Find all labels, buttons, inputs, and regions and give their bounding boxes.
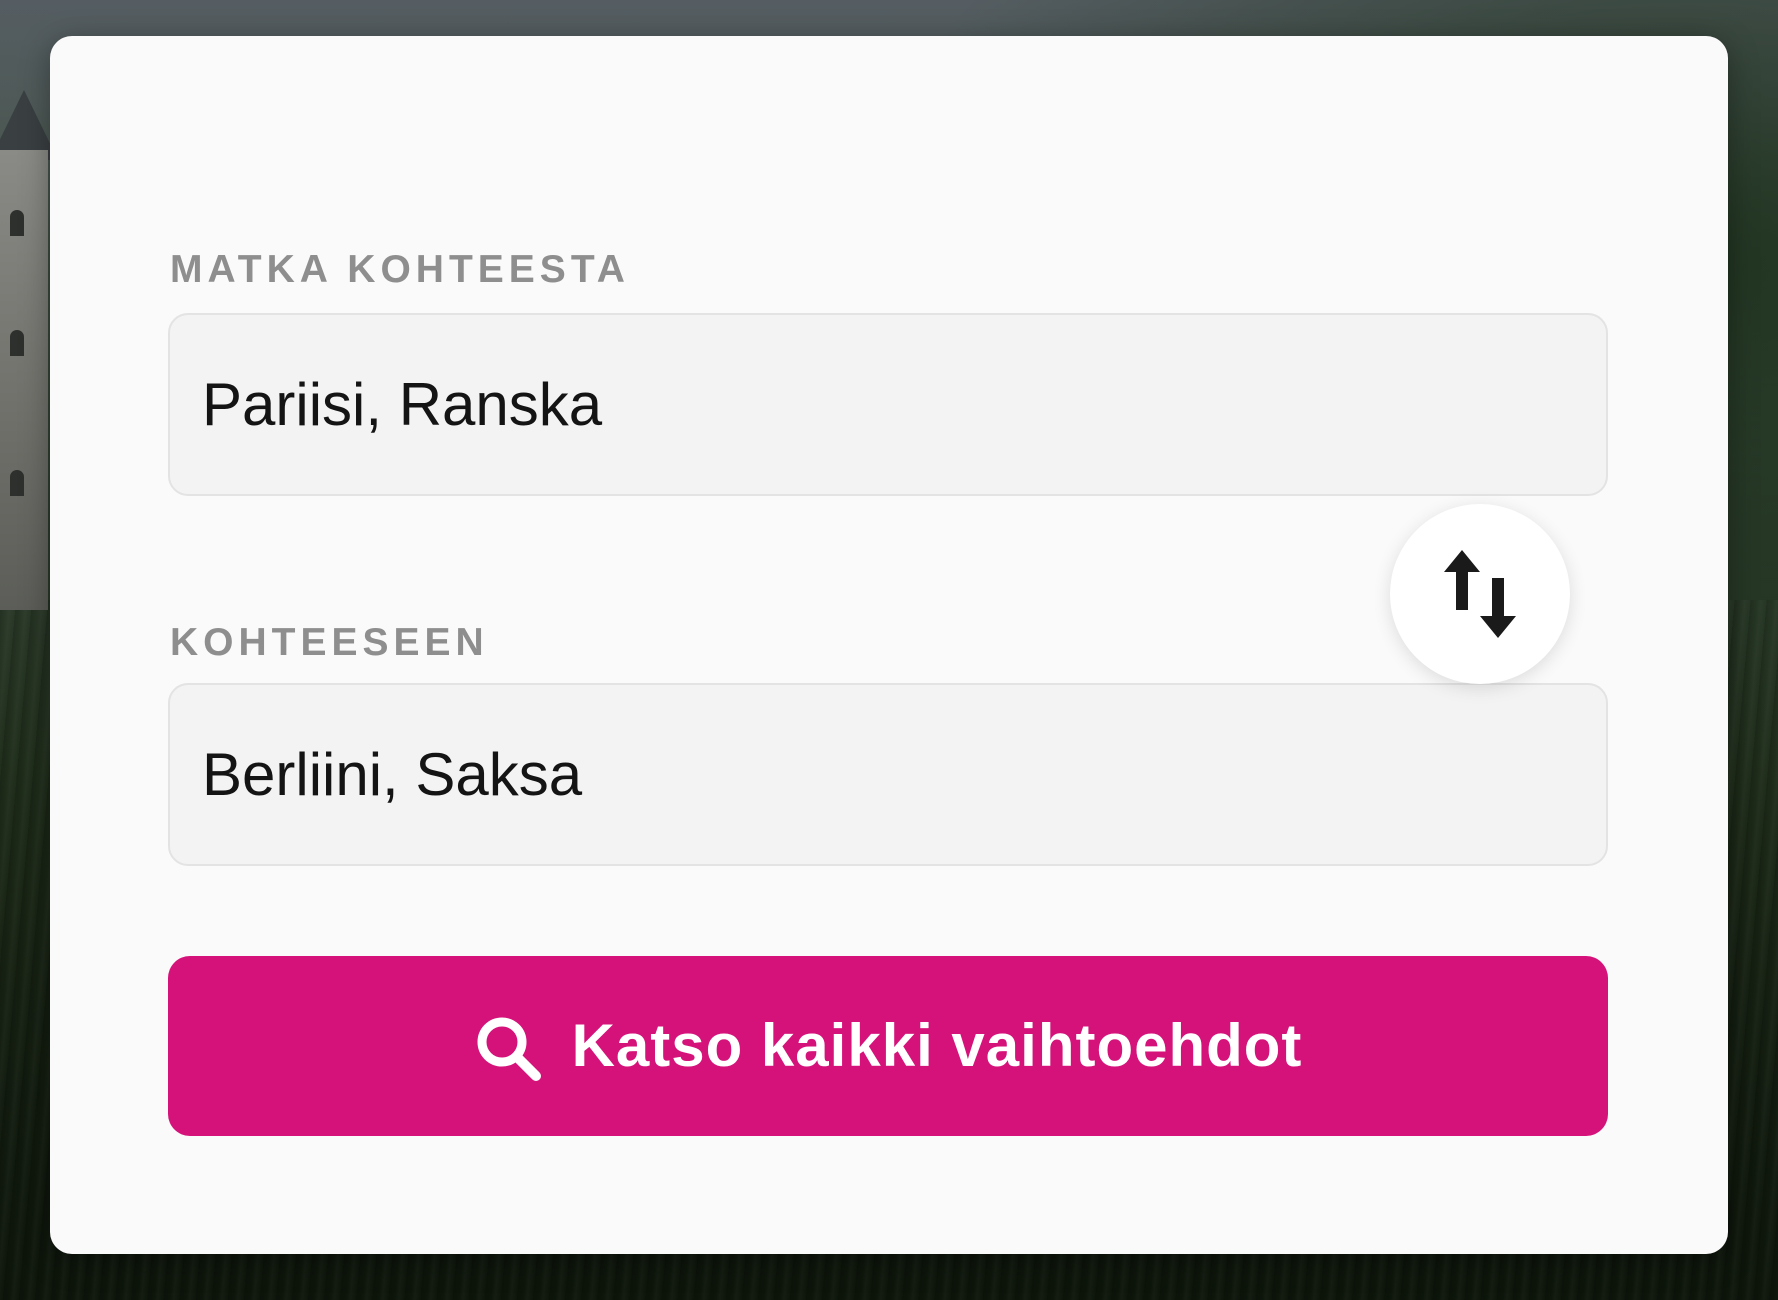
swap-vertical-arrows-icon — [1444, 550, 1516, 638]
to-input[interactable]: Berliini, Saksa — [168, 683, 1608, 866]
castle-window — [10, 330, 24, 356]
route-search-card: MATKA KOHTEESTA Pariisi, Ranska KOHTEESE… — [50, 36, 1728, 1254]
castle-tower — [0, 150, 48, 610]
from-input-value: Pariisi, Ranska — [202, 370, 603, 438]
from-input[interactable]: Pariisi, Ranska — [168, 313, 1608, 496]
swap-locations-button[interactable] — [1390, 504, 1570, 684]
see-all-options-label: Katso kaikki vaihtoehdot — [571, 1012, 1303, 1079]
to-input-value: Berliini, Saksa — [202, 740, 583, 808]
castle-window — [10, 470, 24, 496]
see-all-options-button[interactable]: Katso kaikki vaihtoehdot — [168, 956, 1608, 1136]
from-label: MATKA KOHTEESTA — [170, 248, 630, 291]
search-icon — [477, 1017, 541, 1081]
castle-window — [10, 210, 24, 236]
to-label: KOHTEESEEN — [170, 621, 489, 664]
